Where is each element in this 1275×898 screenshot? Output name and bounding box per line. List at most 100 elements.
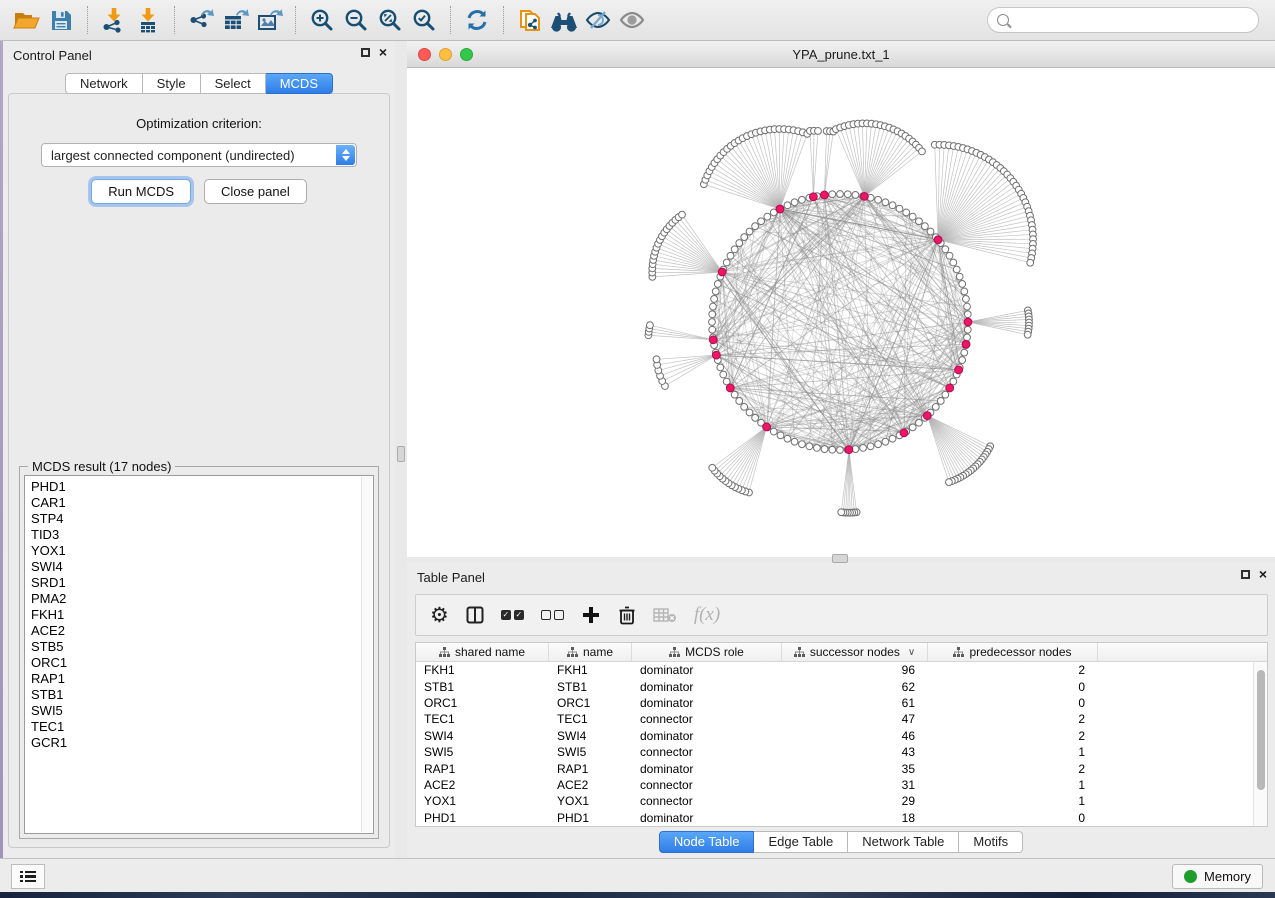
- network-node[interactable]: [770, 428, 777, 435]
- split-columns-button[interactable]: [466, 600, 484, 630]
- list-item[interactable]: YOX1: [31, 543, 373, 559]
- import-table-button[interactable]: [131, 4, 165, 36]
- mcds-node[interactable]: [900, 429, 908, 437]
- table-row[interactable]: YOX1YOX1connector291: [416, 793, 1253, 809]
- network-node[interactable]: [736, 240, 743, 247]
- network-node[interactable]: [964, 311, 971, 318]
- tab-select[interactable]: Select: [201, 73, 266, 94]
- column-header-shared-name[interactable]: shared name: [416, 643, 549, 661]
- mcds-node[interactable]: [923, 412, 931, 420]
- network-node[interactable]: [709, 319, 716, 326]
- table-row[interactable]: TEC1TEC1connector472: [416, 711, 1253, 727]
- list-item[interactable]: GCR1: [31, 735, 373, 751]
- list-item[interactable]: TEC1: [31, 719, 373, 735]
- mcds-node[interactable]: [946, 384, 954, 392]
- list-item[interactable]: PMA2: [31, 591, 373, 607]
- network-node[interactable]: [799, 196, 806, 203]
- export-table-button[interactable]: [218, 4, 252, 36]
- list-item[interactable]: ORC1: [31, 655, 373, 671]
- column-header-MCDS-role[interactable]: MCDS role: [632, 643, 782, 661]
- network-node[interactable]: [784, 435, 791, 442]
- network-node[interactable]: [860, 445, 867, 452]
- network-node[interactable]: [710, 303, 717, 310]
- import-network-button[interactable]: [97, 4, 131, 36]
- network-node[interactable]: [844, 191, 851, 198]
- close-panel-button[interactable]: Close panel: [204, 179, 307, 204]
- vertical-splitter[interactable]: [395, 41, 407, 858]
- deselect-all-button[interactable]: [541, 600, 564, 630]
- zoom-out-button[interactable]: [339, 4, 373, 36]
- mcds-node[interactable]: [809, 193, 817, 201]
- mcds-node[interactable]: [718, 268, 726, 276]
- table-row[interactable]: STB1STB1dominator620: [416, 678, 1253, 694]
- network-node[interactable]: [950, 259, 957, 266]
- network-node[interactable]: [784, 202, 791, 209]
- network-node[interactable]: [746, 228, 753, 235]
- network-node[interactable]: [709, 326, 716, 333]
- zoom-fit-button[interactable]: [373, 4, 407, 36]
- network-node[interactable]: [882, 199, 889, 206]
- mcds-node[interactable]: [726, 384, 734, 392]
- splitter-handle[interactable]: [832, 554, 848, 563]
- mcds-node[interactable]: [962, 340, 970, 348]
- table-row[interactable]: RAP1RAP1dominator352: [416, 760, 1253, 776]
- network-node[interactable]: [741, 403, 748, 410]
- mcds-node[interactable]: [845, 446, 853, 454]
- mcds-node[interactable]: [776, 205, 784, 213]
- mcds-node[interactable]: [712, 351, 720, 359]
- network-node[interactable]: [942, 246, 949, 253]
- list-item[interactable]: STB1: [31, 687, 373, 703]
- run-mcds-button[interactable]: Run MCDS: [91, 179, 191, 204]
- add-column-button[interactable]: [581, 600, 601, 630]
- network-node[interactable]: [932, 403, 939, 410]
- network-node[interactable]: [889, 435, 896, 442]
- network-node[interactable]: [1027, 259, 1034, 266]
- sort-chevron-icon[interactable]: ∨: [908, 647, 915, 658]
- tab-network-table[interactable]: Network Table: [848, 831, 959, 853]
- column-header-successor-nodes[interactable]: successor nodes∨: [782, 643, 928, 661]
- tab-edge-table[interactable]: Edge Table: [754, 831, 848, 853]
- maximize-window-icon[interactable]: [460, 48, 473, 61]
- network-canvas[interactable]: [407, 68, 1275, 557]
- mcds-node[interactable]: [934, 236, 942, 244]
- list-item[interactable]: CAR1: [31, 495, 373, 511]
- network-node[interactable]: [777, 432, 784, 439]
- network-node[interactable]: [937, 398, 944, 405]
- list-item[interactable]: SWI4: [31, 559, 373, 575]
- table-row[interactable]: FKH1FKH1dominator962: [416, 662, 1253, 678]
- list-item[interactable]: STB5: [31, 639, 373, 655]
- list-item[interactable]: TID3: [31, 527, 373, 543]
- table-row[interactable]: PHD1PHD1dominator180: [416, 810, 1253, 826]
- export-image-button[interactable]: [252, 4, 286, 36]
- network-node[interactable]: [961, 349, 968, 356]
- network-node[interactable]: [889, 202, 896, 209]
- tab-mcds[interactable]: MCDS: [266, 73, 333, 94]
- list-scrollbar[interactable]: [361, 477, 372, 832]
- tab-style[interactable]: Style: [143, 73, 201, 94]
- float-panel-icon[interactable]: [1241, 570, 1250, 579]
- refresh-button[interactable]: [460, 4, 494, 36]
- clone-network-button[interactable]: [513, 4, 547, 36]
- table-settings-button[interactable]: ⚙: [430, 600, 449, 630]
- mcds-node[interactable]: [964, 318, 972, 326]
- mcds-node[interactable]: [709, 336, 717, 344]
- search-input[interactable]: [1015, 13, 1249, 27]
- network-window-titlebar[interactable]: YPA_prune.txt_1: [407, 41, 1275, 68]
- network-node[interactable]: [896, 205, 903, 212]
- network-node[interactable]: [964, 303, 971, 310]
- network-node[interactable]: [679, 211, 686, 218]
- network-node[interactable]: [882, 438, 889, 445]
- export-network-button[interactable]: [184, 4, 218, 36]
- network-node[interactable]: [752, 414, 759, 421]
- mcds-node[interactable]: [861, 192, 869, 200]
- zoom-in-button[interactable]: [305, 4, 339, 36]
- float-panel-icon[interactable]: [361, 48, 370, 57]
- network-node[interactable]: [953, 266, 960, 273]
- network-node[interactable]: [909, 213, 916, 220]
- column-header-name[interactable]: name: [549, 643, 632, 661]
- network-node[interactable]: [959, 281, 966, 288]
- list-item[interactable]: SRD1: [31, 575, 373, 591]
- network-node[interactable]: [806, 443, 813, 450]
- list-item[interactable]: PHD1: [31, 479, 373, 495]
- table-row[interactable]: ORC1ORC1dominator610: [416, 695, 1253, 711]
